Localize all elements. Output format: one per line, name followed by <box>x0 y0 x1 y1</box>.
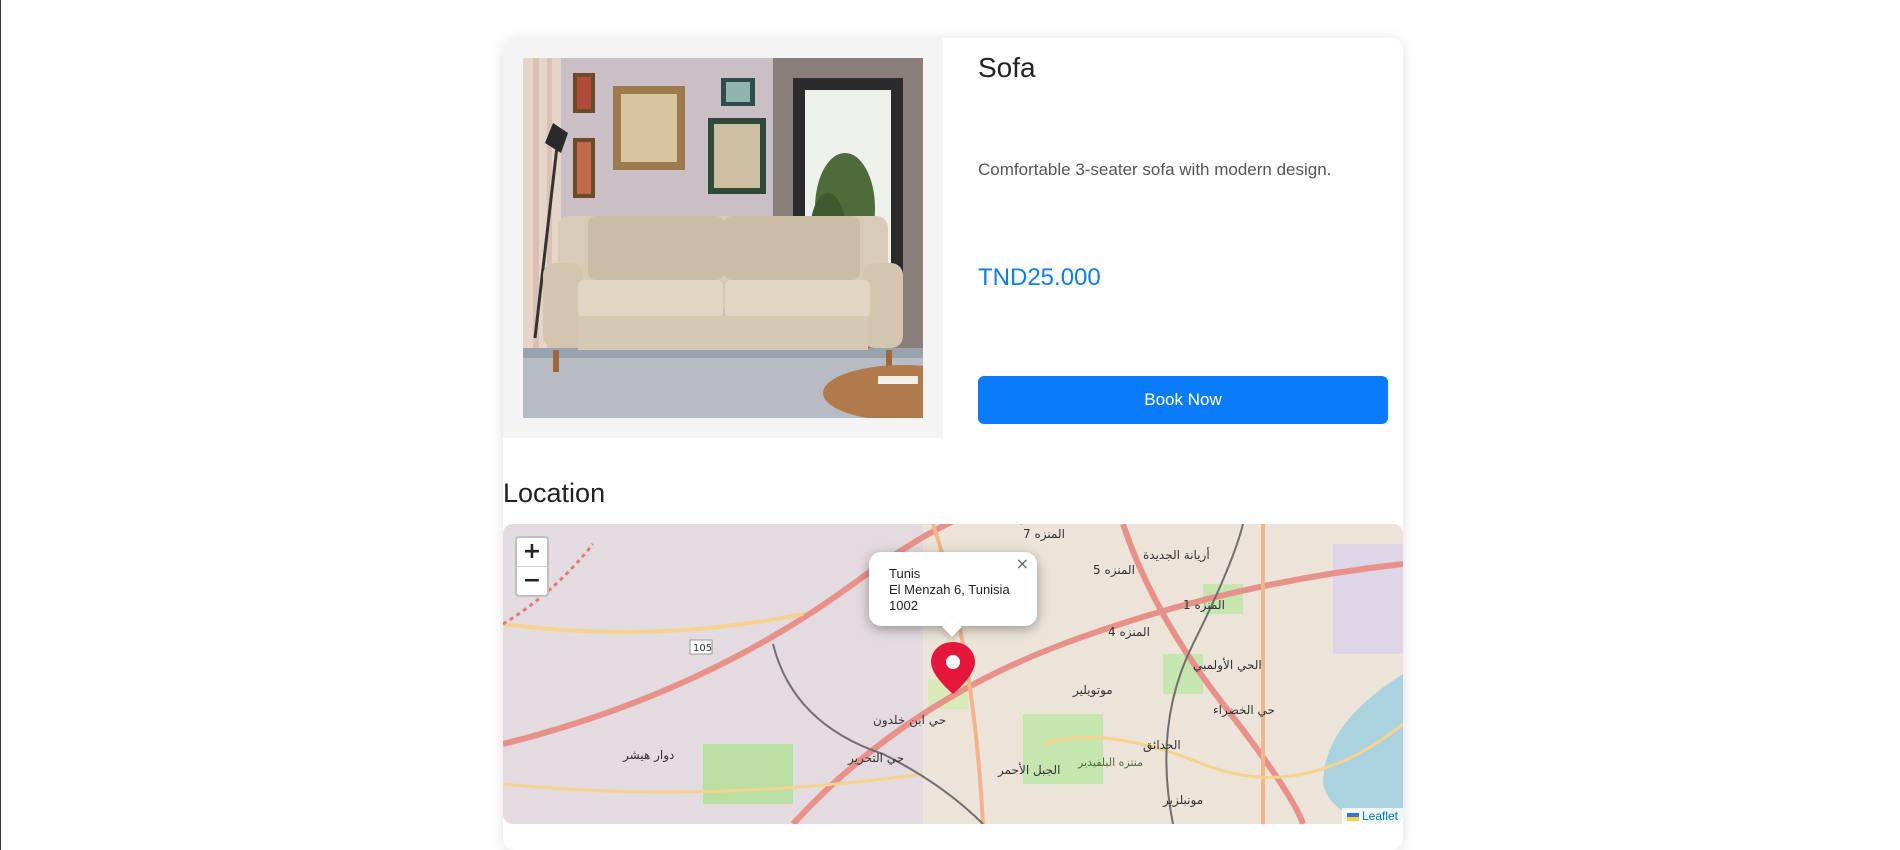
zoom-in-button[interactable]: + <box>517 538 547 566</box>
map-label: موتويلير <box>1072 683 1113 698</box>
zoom-control: + − <box>515 536 549 597</box>
map-label: مونبلزير <box>1162 793 1203 808</box>
product-image <box>523 58 923 418</box>
sofa-photo <box>523 58 923 418</box>
popup-city: Tunis <box>889 566 921 581</box>
map-label: دوار هيشر <box>622 748 674 763</box>
product-price: TND25.000 <box>978 264 1101 291</box>
map-label: المنزه 4 <box>1108 625 1150 640</box>
map-popup: × Tunis El Menzah 6, Tunisia 1002 <box>869 552 1037 637</box>
location-map[interactable]: المنزه 7 المنزه 5 أريانة الجديدة المنزه … <box>503 524 1403 824</box>
leaflet-link[interactable]: Leaflet <box>1362 809 1398 823</box>
map-label: 105 <box>693 643 712 654</box>
map-label: المنزه 1 <box>1183 598 1225 613</box>
location-heading: Location <box>503 478 606 508</box>
map-label: حي الخضراء <box>1213 703 1275 718</box>
map-label: حي ابن خلدون <box>873 713 946 728</box>
map-label: الحدائق <box>1143 738 1181 753</box>
book-now-button[interactable]: Book Now <box>978 376 1388 424</box>
ukraine-flag-icon <box>1346 812 1359 821</box>
popup-postal-code: 1002 <box>889 598 918 613</box>
window-edge <box>0 0 1 850</box>
map-attribution: Leaflet <box>1341 808 1403 824</box>
map-label: الجبل الأحمر <box>997 762 1060 778</box>
popup-content: Tunis El Menzah 6, Tunisia 1002 <box>889 566 1029 614</box>
zoom-out-button[interactable]: − <box>517 566 547 595</box>
product-image-panel <box>503 38 943 438</box>
product-title: Sofa <box>978 52 1036 83</box>
map-label: أريانة الجديدة <box>1143 547 1210 563</box>
popup-address: El Menzah 6, Tunisia <box>889 582 1010 597</box>
map-label: حي التحرير <box>847 751 904 766</box>
map-label: المنزه 5 <box>1093 563 1135 578</box>
map-label: منتزه البلفيدير <box>1077 756 1143 769</box>
product-description: Comfortable 3-seater sofa with modern de… <box>978 160 1332 179</box>
map-label: الحي الأولمبي <box>1193 657 1262 673</box>
map-label: المنزه 7 <box>1023 527 1065 542</box>
